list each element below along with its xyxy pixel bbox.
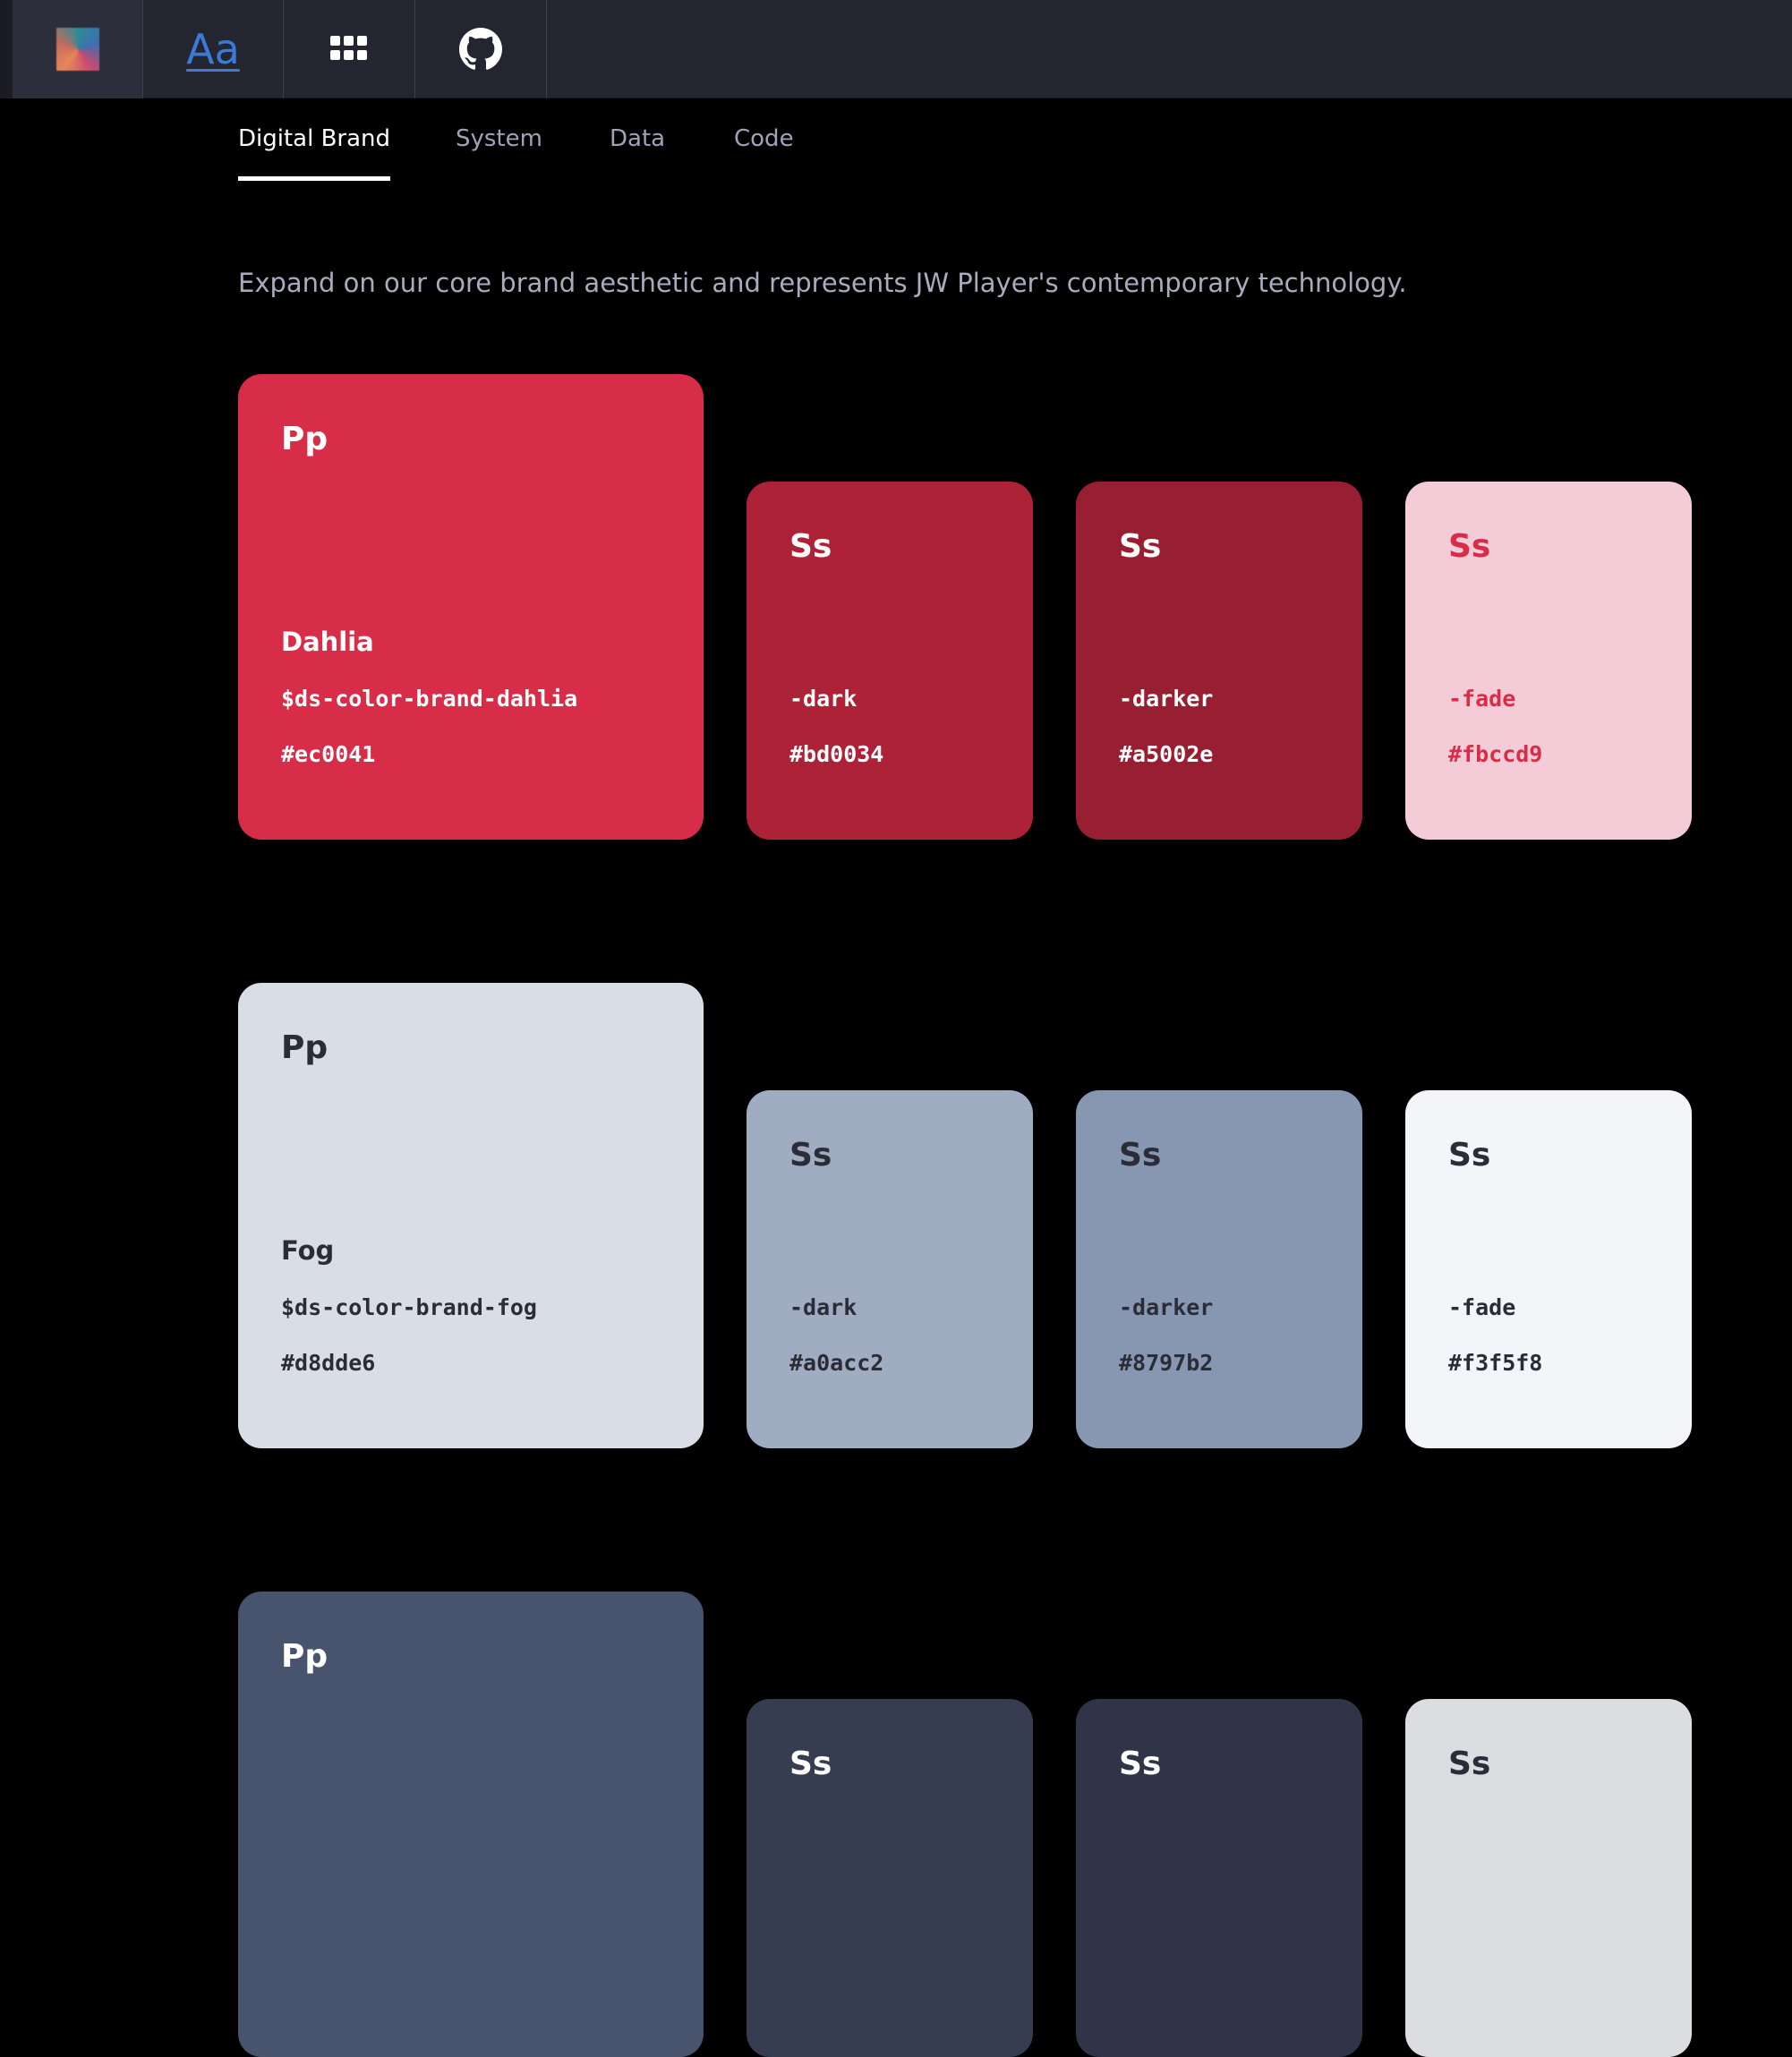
primary-swatch-card[interactable]: Pp Dahlia $ds-color-brand-dahlia #ec0041 bbox=[238, 374, 704, 840]
swatch-sample-text: Ss bbox=[789, 528, 832, 565]
color-row-fog: Pp Fog $ds-color-brand-fog #d8dde6 Ss -d… bbox=[0, 983, 1792, 1448]
top-toolbar: Aa bbox=[0, 0, 1792, 98]
typography-button[interactable]: Aa bbox=[143, 0, 284, 98]
swatch-sample-text: Ss bbox=[1119, 528, 1162, 565]
swatch-sample-text: Ss bbox=[1119, 1137, 1162, 1174]
tab-code[interactable]: Code bbox=[734, 125, 794, 181]
color-hex: #bd0034 bbox=[789, 741, 884, 767]
color-hex: #8797b2 bbox=[1119, 1350, 1214, 1376]
palette-logo-icon bbox=[55, 28, 99, 71]
shade-swatch-card[interactable]: Ss bbox=[747, 1699, 1033, 2057]
swatch-sample-text: Ss bbox=[1119, 1745, 1162, 1782]
color-row-dahlia: Pp Dahlia $ds-color-brand-dahlia #ec0041… bbox=[0, 374, 1792, 840]
tab-system[interactable]: System bbox=[456, 125, 542, 181]
github-icon bbox=[459, 28, 502, 70]
swatch-sample-text: Ss bbox=[789, 1137, 832, 1174]
tab-digital-brand[interactable]: Digital Brand bbox=[238, 125, 391, 181]
swatch-sample-text: Ss bbox=[1448, 528, 1491, 565]
color-variable: $ds-color-brand-fog bbox=[281, 1294, 537, 1320]
shade-swatch-card[interactable]: Ss bbox=[1405, 1699, 1692, 2057]
color-hex: #a0acc2 bbox=[789, 1350, 884, 1376]
tab-data[interactable]: Data bbox=[610, 125, 665, 181]
swatch-sample-text: Pp bbox=[281, 421, 329, 457]
shade-swatch-card[interactable]: Ss -dark #bd0034 bbox=[747, 482, 1033, 840]
color-hex: #d8dde6 bbox=[281, 1350, 376, 1376]
shade-swatch-card[interactable]: Ss -fade #f3f5f8 bbox=[1405, 1090, 1692, 1448]
color-name: Fog bbox=[281, 1235, 335, 1266]
swatch-sample-text: Pp bbox=[281, 1638, 329, 1675]
swatch-sample-text: Ss bbox=[789, 1745, 832, 1782]
shade-swatch-card[interactable]: Ss bbox=[1076, 1699, 1362, 2057]
swatch-sample-text: Ss bbox=[1448, 1137, 1491, 1174]
swatch-sample-text: Ss bbox=[1448, 1745, 1491, 1782]
typography-icon: Aa bbox=[186, 25, 240, 73]
grid-button[interactable] bbox=[284, 0, 415, 98]
section-description: Expand on our core brand aesthetic and r… bbox=[238, 268, 1407, 298]
shade-suffix: -fade bbox=[1448, 1294, 1516, 1320]
shade-swatch-card[interactable]: Ss -darker #a5002e bbox=[1076, 482, 1362, 840]
shade-suffix: -fade bbox=[1448, 686, 1516, 712]
primary-swatch-card[interactable]: Pp Fog $ds-color-brand-fog #d8dde6 bbox=[238, 983, 704, 1448]
shade-swatch-card[interactable]: Ss -fade #fbccd9 bbox=[1405, 482, 1692, 840]
primary-swatch-card[interactable]: Pp bbox=[238, 1592, 704, 2057]
color-variable: $ds-color-brand-dahlia bbox=[281, 686, 578, 712]
shade-suffix: -dark bbox=[789, 686, 858, 712]
color-hex: #fbccd9 bbox=[1448, 741, 1543, 767]
color-name: Dahlia bbox=[281, 627, 374, 657]
palette-logo-button[interactable] bbox=[0, 0, 143, 98]
swatch-sample-text: Pp bbox=[281, 1029, 329, 1066]
shade-suffix: -dark bbox=[789, 1294, 858, 1320]
grid-icon bbox=[330, 36, 367, 60]
github-button[interactable] bbox=[415, 0, 547, 98]
color-hex: #ec0041 bbox=[281, 741, 376, 767]
color-row-third: Pp Ss Ss Ss bbox=[0, 1592, 1792, 2057]
shade-swatch-card[interactable]: Ss -dark #a0acc2 bbox=[747, 1090, 1033, 1448]
shade-swatch-card[interactable]: Ss -darker #8797b2 bbox=[1076, 1090, 1362, 1448]
shade-suffix: -darker bbox=[1119, 686, 1214, 712]
color-hex: #f3f5f8 bbox=[1448, 1350, 1543, 1376]
color-hex: #a5002e bbox=[1119, 741, 1214, 767]
shade-suffix: -darker bbox=[1119, 1294, 1214, 1320]
